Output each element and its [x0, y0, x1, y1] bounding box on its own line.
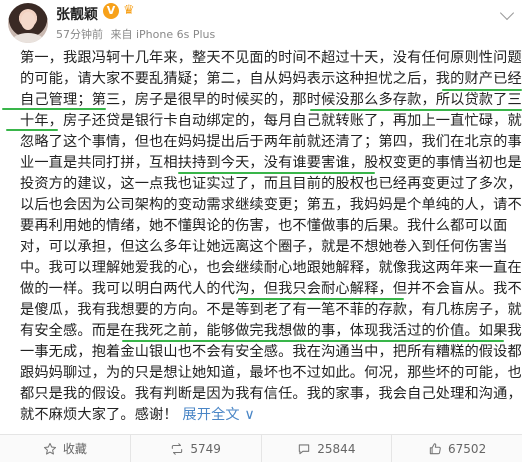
repost-icon [172, 442, 183, 455]
repost-count: 5749 [190, 441, 221, 456]
post-text-line: 有安全感。而是在我死之前，能够做完我想做的事，体现我活过的价值。如果我 [20, 323, 522, 339]
author-name[interactable]: 张靓颖 [56, 4, 98, 24]
chevron-down-icon[interactable] [499, 5, 515, 21]
post-text-line: 一事无成，抱着金山银山也不会有安全感。我在沟通当中，把所有糟糕的假设都 [20, 344, 522, 360]
favorite-label: 收藏 [62, 442, 87, 456]
comment-icon [299, 443, 310, 454]
highlight-underline [6, 129, 58, 131]
comment-button[interactable]: 25844 [262, 435, 393, 462]
avatar-face [21, 12, 35, 30]
highlight-underline [122, 340, 504, 342]
highlight-underline [238, 298, 404, 300]
star-icon [43, 442, 56, 455]
post-source: 来自 iPhone 6s Plus [110, 28, 216, 41]
post-text-line: 中。我可以理解她爱我的心，也会继续耐心地跟她解释，就像我这两年来一直在 [20, 260, 522, 276]
post-text-line: 第一，我跟冯轲十几年来，整天不见面的时间不超过十天，没有任何原则性问题 [20, 50, 522, 66]
post-text-line: 是傻瓜，我有我想要的方向。不是等到老了有一笔不菲的存款，有几栋房子，就 [20, 302, 522, 318]
highlight-underline [178, 172, 375, 174]
post-text-line: 业一直是共同打拼，互相扶持到今天，没有谁要害谁，股权变更的事情当初也是 [20, 155, 522, 171]
repost-button[interactable]: 5749 [131, 435, 262, 462]
avatar[interactable] [8, 3, 48, 43]
highlight-underline [2, 108, 106, 110]
post-text-line: 以后也会因为公司架构的变动需求继续变更；第五，我妈妈是个单纯的人，请不 [20, 197, 522, 213]
highlight-underline [442, 89, 522, 91]
post-text-line: 跟妈妈聊过，为的只是想让她知道，最坏也不过如此。何况，那些坏的可能，也 [20, 365, 522, 381]
verified-badge-icon: V [103, 3, 119, 19]
post-text-line: 自己管理；第三，房子是很早的时候买的，那时候没那么多存款，所以贷款了三 [20, 92, 522, 108]
post-text-line: 忽略了这个事情，但也在妈妈提出后于两年前就还清了；第四，我们在北京的事 [20, 134, 522, 150]
post-text-line: 的可能，请大家不要乱猜疑；第二，自从妈妈表示这种担忧之后，我的财产已经 [20, 71, 522, 87]
comment-count: 25844 [317, 441, 356, 456]
avatar-shoulder [12, 33, 44, 43]
action-bar: 收藏 5749 25844 67502 [0, 434, 522, 462]
post-meta: 57分钟前 来自 iPhone 6s Plus [56, 26, 219, 42]
post-text-line: 对，可以承担，但这么多年让她远离这个圈子，就是不想她卷入到任何伤害当 [20, 239, 508, 255]
favorite-button[interactable]: 收藏 [0, 435, 131, 462]
like-button[interactable]: 67502 [392, 435, 522, 462]
like-count: 67502 [448, 441, 487, 456]
post-text-line: 都只是我的假设。我有判断是因为我有信任。我的家事，我会自己处理和沟通， [20, 386, 522, 402]
post-text-line: 十年，房子还贷是银行卡自动绑定的，每月自己就转账了，再加上一直忙碌，就 [20, 113, 522, 129]
post-header: 张靓颖 V ♛ 57分钟前 来自 iPhone 6s Plus [0, 0, 522, 46]
thumbs-up-icon [429, 442, 441, 454]
expand-full-text-link[interactable]: 展开全文 ∨ [182, 407, 255, 423]
highlight-underline [310, 109, 522, 111]
post-text-line: 投资方的建议，这一点我也证实过了，而且目前的股权也已经再变更过了多次， [20, 176, 522, 192]
post-text-line: 做的一样。我可以明白两代人的代沟，但我只会耐心解释，但并不会盲从。我不 [20, 281, 522, 297]
post-body: 第一，我跟冯轲十几年来，整天不见面的时间不超过十天，没有任何原则性问题 的可能，… [0, 48, 522, 432]
crown-icon: ♛ [123, 3, 135, 18]
post-text-line: 要再利用她的情绪，她不懂舆论的伤害，也不懂做事的后果。我什么都可以面 [20, 218, 508, 234]
post-text-tail: 就不麻烦大家了。感谢！ [20, 407, 178, 423]
post-text-line-last: 就不麻烦大家了。感谢！ 展开全文 ∨ [20, 405, 255, 425]
chevron-down-icon: ∨ [244, 407, 255, 423]
post-time: 57分钟前 [56, 28, 103, 41]
expand-label: 展开全文 [182, 407, 240, 423]
